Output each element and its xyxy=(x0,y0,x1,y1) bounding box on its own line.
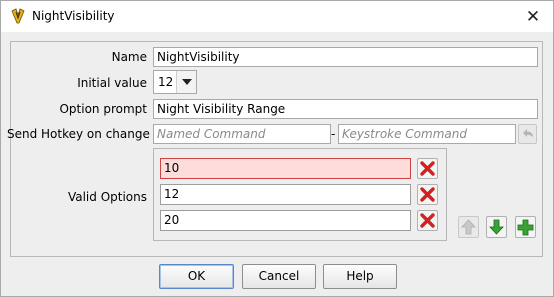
option-field-3[interactable]: 20 xyxy=(160,210,411,231)
send-hotkey-label: Send Hotkey on change xyxy=(7,127,150,141)
arrow-up-icon xyxy=(459,217,478,237)
dialog-content: Name NightVisibility Initial value 12 Op… xyxy=(1,32,553,296)
add-option-button[interactable] xyxy=(515,216,536,238)
undo-arrow-icon xyxy=(519,125,536,143)
name-field[interactable]: NightVisibility xyxy=(153,47,538,67)
initial-value-selected: 12 xyxy=(158,75,174,89)
option-value-2: 12 xyxy=(164,187,180,201)
named-command-placeholder: Named Command xyxy=(157,127,266,141)
option-prompt-value: Night Visibility Range xyxy=(157,102,286,116)
title-bar[interactable]: NightVisibility ✕ xyxy=(1,1,553,32)
keystroke-command-placeholder: Keystroke Command xyxy=(342,127,467,141)
close-icon[interactable]: ✕ xyxy=(522,7,544,27)
valid-options-list: 10 12 20 xyxy=(153,148,447,241)
name-label: Name xyxy=(111,50,147,64)
valid-options-label: Valid Options xyxy=(67,190,147,204)
initial-value-dropdown[interactable]: 12 xyxy=(153,70,197,94)
keystroke-command-field[interactable]: Keystroke Command xyxy=(338,124,516,144)
option-value-1: 10 xyxy=(164,161,180,175)
chevron-down-icon[interactable] xyxy=(176,71,196,93)
name-value: NightVisibility xyxy=(157,50,240,64)
delete-x-icon xyxy=(418,211,437,230)
delete-x-icon xyxy=(418,159,437,178)
arrow-down-icon xyxy=(487,217,506,237)
option-field-1[interactable]: 10 xyxy=(160,158,411,179)
undo-button[interactable] xyxy=(518,124,537,144)
delete-option-1-button[interactable] xyxy=(417,158,438,179)
move-down-button[interactable] xyxy=(486,216,507,238)
delete-option-2-button[interactable] xyxy=(417,184,438,205)
delete-x-icon xyxy=(418,185,437,204)
delete-option-3-button[interactable] xyxy=(417,210,438,231)
ok-button[interactable]: OK xyxy=(159,264,234,289)
app-icon xyxy=(10,8,26,24)
named-command-field[interactable]: Named Command xyxy=(153,124,331,144)
cancel-button[interactable]: Cancel xyxy=(242,264,316,289)
window-title: NightVisibility xyxy=(32,9,115,23)
hotkey-separator: - xyxy=(331,127,336,141)
option-prompt-label: Option prompt xyxy=(59,102,147,116)
plus-icon xyxy=(516,217,535,237)
initial-value-label: Initial value xyxy=(77,76,147,90)
help-button[interactable]: Help xyxy=(323,264,397,289)
option-value-3: 20 xyxy=(164,213,180,227)
option-prompt-field[interactable]: Night Visibility Range xyxy=(153,99,538,119)
dialog-window: NightVisibility ✕ Name NightVisibility I… xyxy=(0,0,554,297)
move-up-button[interactable] xyxy=(458,216,479,238)
option-field-2[interactable]: 12 xyxy=(160,184,411,205)
